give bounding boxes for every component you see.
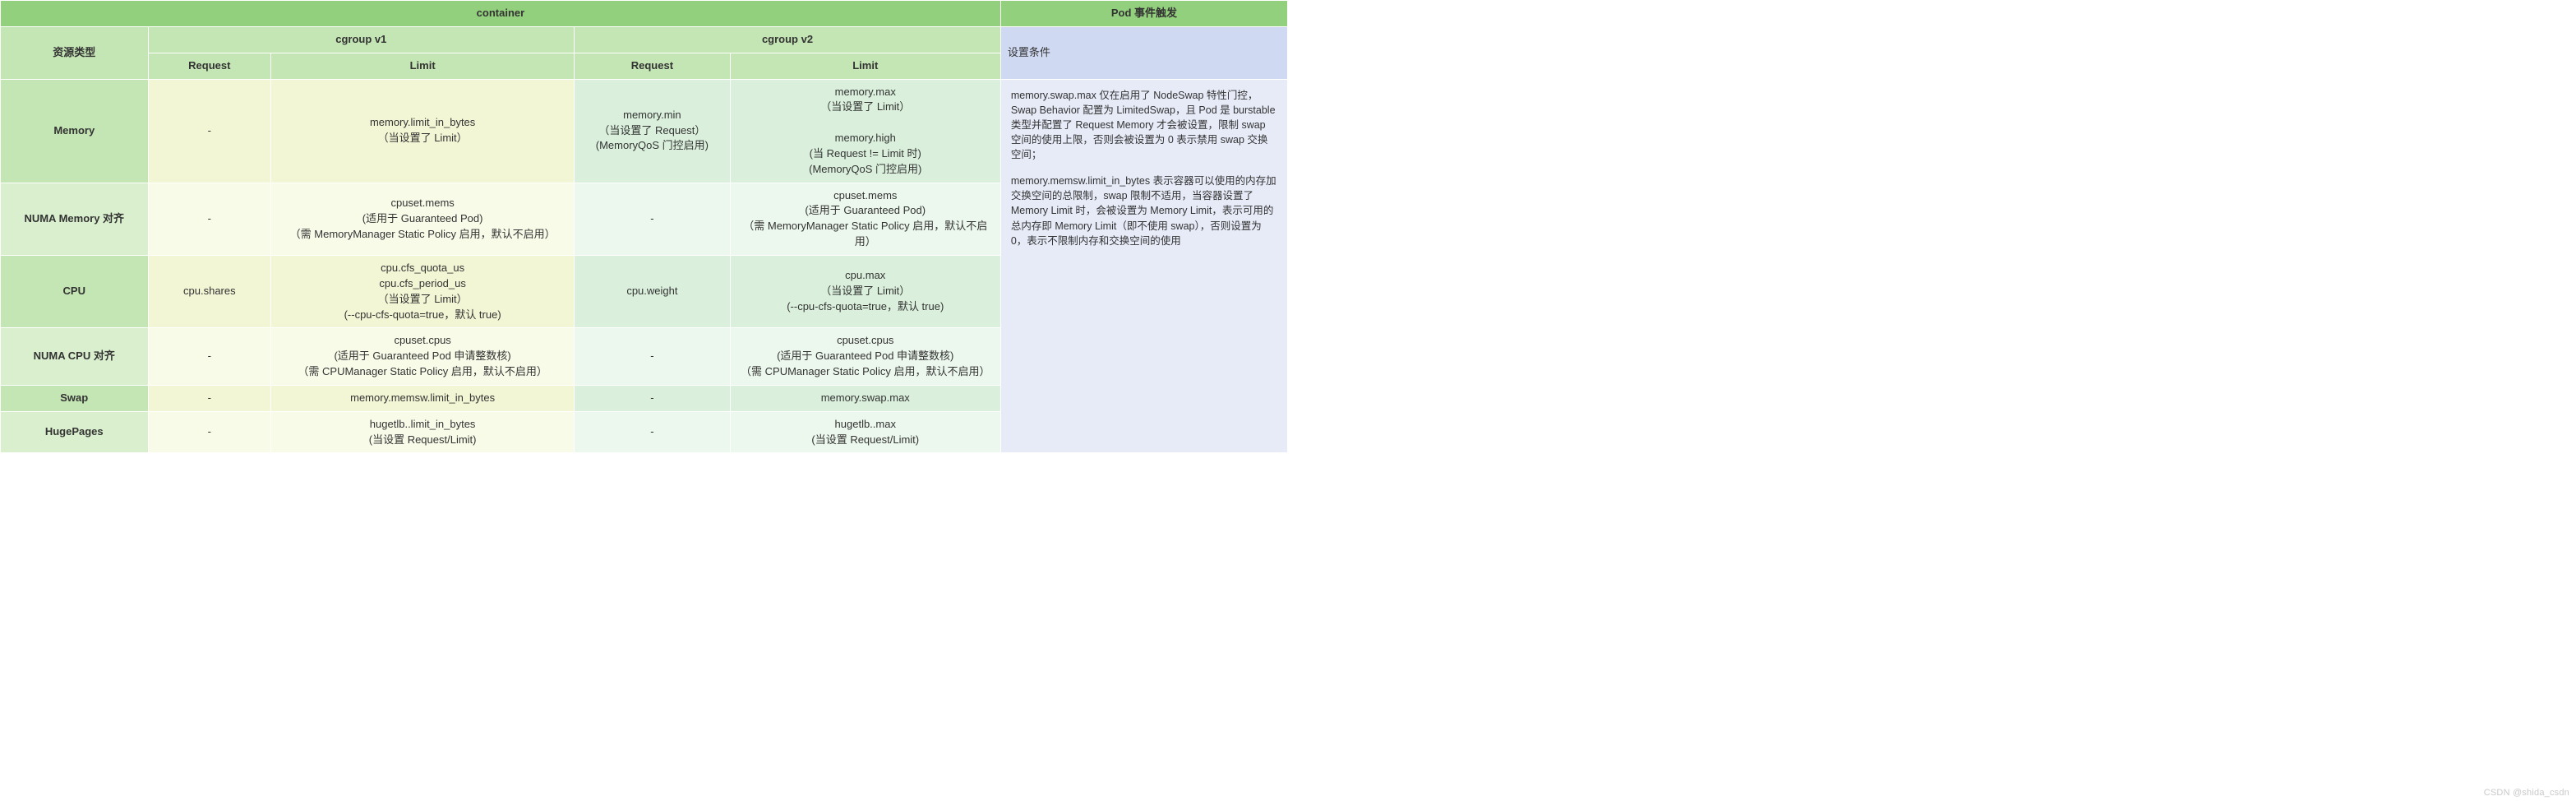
cell-v2-request: - [575,385,731,411]
cell-v1-limit: memory.memsw.limit_in_bytes [271,385,575,411]
cell-v2-limit: cpuset.cpus(适用于 Guaranteed Pod 申请整数核)（需 … [730,328,1000,386]
row-label: Swap [1,385,149,411]
row-label: Memory [1,79,149,183]
table-header: container Pod 事件触发 资源类型 cgroup v1 cgroup… [1,1,1288,80]
table-body: Memory-memory.limit_in_bytes（当设置了 Limit）… [1,79,1288,453]
row-label: NUMA Memory 对齐 [1,183,149,255]
cell-v2-request: memory.min（当设置了 Request）(MemoryQoS 门控启用) [575,79,731,183]
cell-v1-limit: cpuset.cpus(适用于 Guaranteed Pod 申请整数核)（需 … [271,328,575,386]
row-label: NUMA CPU 对齐 [1,328,149,386]
cell-v1-limit: hugetlb..limit_in_bytes(当设置 Request/Limi… [271,411,575,453]
watermark: CSDN @shida_csdn [2484,788,2569,798]
cell-v2-limit: memory.max（当设置了 Limit）memory.high(当 Requ… [730,79,1000,183]
cell-v1-request: - [148,411,271,453]
cell-v1-request: - [148,79,271,183]
header-set-condition: 设置条件 [1000,26,1287,79]
cell-v2-limit: cpu.max（当设置了 Limit）(--cpu-cfs-quota=true… [730,255,1000,327]
pod-condition-body: memory.swap.max 仅在启用了 NodeSwap 特性门控，Swap… [1000,79,1287,453]
pod-condition-p1: memory.swap.max 仅在启用了 NodeSwap 特性门控，Swap… [1011,88,1277,163]
cell-v1-request: - [148,183,271,255]
row-label: HugePages [1,411,149,453]
cell-v1-limit: memory.limit_in_bytes（当设置了 Limit） [271,79,575,183]
cell-v2-request: cpu.weight [575,255,731,327]
header-container: container [1,1,1001,27]
cell-v1-limit: cpuset.mems(适用于 Guaranteed Pod)（需 Memory… [271,183,575,255]
cell-v2-limit: memory.swap.max [730,385,1000,411]
header-v1-limit: Limit [271,53,575,79]
cell-v1-limit: cpu.cfs_quota_uscpu.cfs_period_us（当设置了 L… [271,255,575,327]
resource-cgroup-table: container Pod 事件触发 资源类型 cgroup v1 cgroup… [0,0,1288,453]
cell-v2-request: - [575,183,731,255]
cell-v2-limit: cpuset.mems(适用于 Guaranteed Pod)（需 Memory… [730,183,1000,255]
header-cgroup-v2: cgroup v2 [575,26,1001,53]
cell-v2-limit: hugetlb..max(当设置 Request/Limit) [730,411,1000,453]
row-label: CPU [1,255,149,327]
table-row: Memory-memory.limit_in_bytes（当设置了 Limit）… [1,79,1288,183]
header-v2-limit: Limit [730,53,1000,79]
cell-v2-request: - [575,411,731,453]
header-v2-request: Request [575,53,731,79]
cell-v1-request: - [148,328,271,386]
header-pod-trigger: Pod 事件触发 [1000,1,1287,27]
header-cgroup-v1: cgroup v1 [148,26,575,53]
cell-v1-request: cpu.shares [148,255,271,327]
cell-v2-request: - [575,328,731,386]
cell-v1-request: - [148,385,271,411]
header-v1-request: Request [148,53,271,79]
pod-condition-p2: memory.memsw.limit_in_bytes 表示容器可以使用的内存加… [1011,174,1277,248]
header-resource-type: 资源类型 [1,26,149,79]
